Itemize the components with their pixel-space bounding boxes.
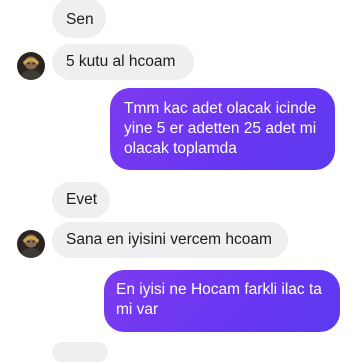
- contact-avatar[interactable]: [17, 230, 45, 258]
- outgoing-message[interactable]: En iyisi ne Hocam farkli ilac ta mi var: [104, 270, 340, 332]
- message-text: Sana en iyisini vercem hcoam: [66, 231, 272, 248]
- chat-thread: Sen 5 kutu al hcoam Tmm kac adet olacak …: [0, 0, 350, 362]
- message-text: 5 kutu al hcoam: [66, 53, 176, 70]
- contact-avatar[interactable]: [17, 52, 45, 80]
- message-text: En iyisi ne Hocam farkli ilac ta mi var: [116, 281, 322, 318]
- incoming-message[interactable]: 5 kutu al hcoam: [52, 44, 194, 80]
- message-text: Tmm kac adet olacak icinde yine 5 er ade…: [124, 100, 317, 157]
- avatar-icon: [17, 230, 45, 258]
- incoming-message[interactable]: Sana en iyisini vercem hcoam: [52, 222, 288, 258]
- incoming-message[interactable]: Evet: [52, 182, 110, 218]
- outgoing-message[interactable]: Tmm kac adet olacak icinde yine 5 er ade…: [110, 88, 335, 170]
- incoming-message[interactable]: [52, 342, 108, 362]
- incoming-message[interactable]: Sen: [52, 0, 106, 38]
- avatar-icon: [17, 52, 45, 80]
- message-text: Evet: [66, 191, 98, 208]
- message-text: Sen: [66, 11, 94, 28]
